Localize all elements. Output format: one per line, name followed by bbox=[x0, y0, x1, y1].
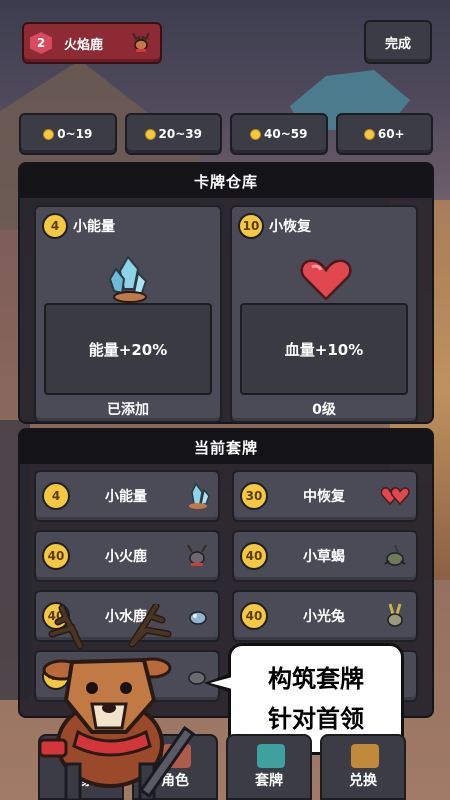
deck-card-small-grass-scorpion[interactable]: 40 小草蝎 bbox=[232, 530, 418, 582]
nav-exchange[interactable]: 兑换 bbox=[320, 734, 406, 800]
speech-line-1: 构筑套牌 bbox=[268, 665, 364, 693]
filter-20-39[interactable]: 20~39 bbox=[124, 113, 222, 155]
cost-coin: 40 bbox=[240, 542, 268, 570]
deck-card-name: 小能量 bbox=[105, 489, 147, 505]
boss-level-badge: 2 bbox=[30, 32, 52, 54]
exchange-icon bbox=[351, 744, 379, 768]
deck-card-small-light-rabbit[interactable]: 40 小光兔 bbox=[232, 590, 418, 642]
fire-deer-icon bbox=[187, 544, 207, 566]
coin-icon bbox=[250, 128, 262, 140]
filter-0-19[interactable]: 0~19 bbox=[19, 113, 117, 155]
filter-label: 20~39 bbox=[158, 127, 202, 141]
filter-label: 40~59 bbox=[264, 127, 308, 141]
deck-card-name: 小草蝎 bbox=[303, 549, 345, 565]
card-name: 小能量 bbox=[73, 219, 115, 235]
speech-line-2: 针对首领 bbox=[268, 705, 364, 733]
card-effect: 能量+20% bbox=[44, 303, 212, 395]
cost-coin: 40 bbox=[240, 602, 268, 630]
filter-60-plus[interactable]: 60+ bbox=[335, 113, 433, 155]
card-status: 已添加 bbox=[107, 402, 149, 418]
coin-icon bbox=[43, 128, 55, 140]
deck-card-name: 中恢复 bbox=[303, 489, 345, 505]
crystal-icon bbox=[189, 482, 210, 509]
boss-chip[interactable]: 2 火焰鹿 bbox=[22, 22, 162, 64]
filter-40-59[interactable]: 40~59 bbox=[230, 113, 328, 155]
cost-coin: 40 bbox=[42, 542, 70, 570]
deck-card-name: 小火鹿 bbox=[105, 549, 147, 565]
coin-icon bbox=[363, 128, 375, 140]
cost-coin: 10 bbox=[238, 213, 264, 239]
card-storage-title: 卡牌仓库 bbox=[20, 164, 432, 198]
coin-icon bbox=[144, 128, 156, 140]
grass-scorpion-icon bbox=[384, 544, 406, 566]
card-storage-panel: 卡牌仓库 4 小能量 能量+20% 已添加 10 小恢复 血量+10% 0级 bbox=[18, 162, 434, 424]
deck-card-medium-heal[interactable]: 30 中恢复 bbox=[232, 470, 418, 522]
deer-boss-icon bbox=[132, 32, 150, 52]
cost-coin: 4 bbox=[42, 482, 70, 510]
done-button[interactable]: 完成 bbox=[364, 20, 432, 64]
card-head: 10 小恢复 bbox=[238, 213, 311, 239]
cost-coin: 30 bbox=[240, 482, 268, 510]
deck-card-name: 小光兔 bbox=[303, 609, 345, 625]
filter-label: 0~19 bbox=[57, 127, 93, 141]
cost-filter-row: 0~19 20~39 40~59 60+ bbox=[19, 113, 433, 155]
cost-coin: 4 bbox=[42, 213, 68, 239]
deck-card-small-energy[interactable]: 4 小能量 bbox=[34, 470, 220, 522]
card-name: 小恢复 bbox=[269, 219, 311, 235]
card-head: 4 小能量 bbox=[42, 213, 115, 239]
card-effect: 血量+10% bbox=[240, 303, 408, 395]
double-heart-icon bbox=[380, 487, 410, 506]
card-status: 0级 bbox=[312, 402, 336, 418]
filter-label: 60+ bbox=[377, 127, 405, 141]
crystal-icon bbox=[108, 255, 148, 303]
boss-name: 火焰鹿 bbox=[64, 37, 104, 53]
nav-label: 兑换 bbox=[349, 773, 377, 789]
current-deck-title: 当前套牌 bbox=[20, 430, 432, 464]
deck-card-small-fire-deer[interactable]: 40 小火鹿 bbox=[34, 530, 220, 582]
nav-label: 套牌 bbox=[255, 773, 283, 789]
heart-icon bbox=[300, 259, 352, 301]
nav-deck[interactable]: 套牌 bbox=[226, 734, 312, 800]
light-rabbit-icon bbox=[387, 603, 403, 627]
deer-mascot bbox=[38, 604, 195, 800]
storage-card-small-energy[interactable]: 4 小能量 能量+20% 已添加 bbox=[34, 205, 222, 423]
storage-card-small-heal[interactable]: 10 小恢复 血量+10% 0级 bbox=[230, 205, 418, 423]
cards-icon bbox=[257, 744, 285, 768]
